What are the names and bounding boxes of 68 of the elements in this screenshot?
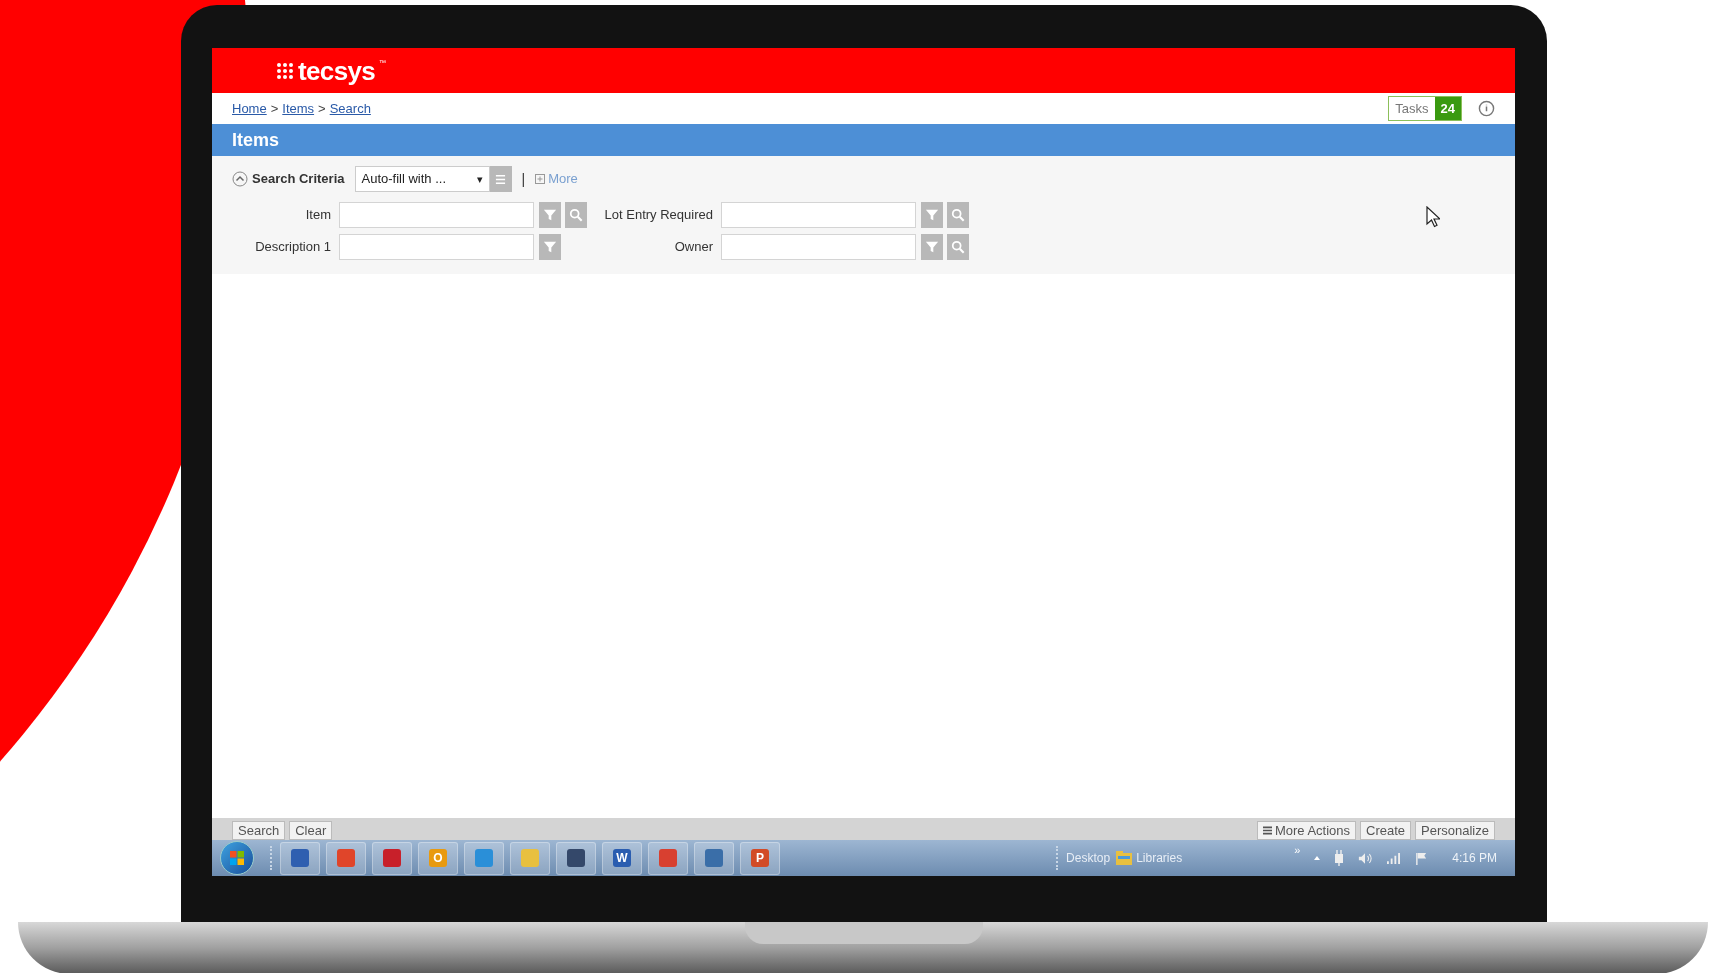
taskbar-app-button[interactable] — [694, 841, 734, 875]
tasks-button[interactable]: Tasks 24 — [1388, 96, 1462, 121]
filter-icon — [543, 208, 557, 222]
list-menu-button[interactable] — [489, 166, 512, 192]
filter-button[interactable] — [539, 202, 561, 228]
search-icon — [951, 208, 965, 222]
toolbar-divider: | — [521, 169, 526, 189]
flag-icon[interactable] — [1415, 851, 1429, 865]
taskbar-app-button[interactable] — [280, 841, 320, 875]
windows-logo-icon — [229, 850, 245, 866]
autofill-dropdown[interactable]: Auto-fill with ... ▾ — [354, 166, 490, 192]
taskbar-app-button[interactable] — [556, 841, 596, 875]
signal-bars-icon[interactable] — [1386, 851, 1402, 865]
filter-button[interactable] — [921, 234, 943, 260]
taskbar-app-button[interactable]: P — [740, 841, 780, 875]
action-button[interactable]: Create — [1360, 821, 1412, 840]
breadcrumb-separator: > — [318, 99, 326, 118]
text-input-field[interactable] — [339, 202, 534, 228]
filter-button[interactable] — [539, 234, 561, 260]
text-input-field[interactable] — [721, 234, 916, 260]
taskbar-app-button[interactable] — [326, 841, 366, 875]
search-lookup-button[interactable] — [565, 202, 587, 228]
field-label: Owner — [673, 238, 714, 257]
app-icon: P — [751, 849, 769, 867]
filter-icon — [925, 208, 939, 222]
filter-icon — [543, 240, 557, 254]
breadcrumb-separator: > — [270, 99, 279, 118]
search-lookup-button[interactable] — [947, 202, 969, 228]
field-label: Item — [304, 206, 332, 225]
folder-icon — [1116, 851, 1133, 865]
logo-text: tecsys — [298, 57, 376, 84]
start-button[interactable] — [220, 841, 254, 875]
taskbar-app-button[interactable] — [372, 841, 412, 875]
action-button[interactable]: Clear — [289, 821, 333, 840]
action-button[interactable]: Search — [232, 821, 286, 840]
help-icon[interactable] — [1478, 100, 1495, 117]
tray-arrow-icon[interactable] — [1314, 856, 1321, 860]
taskbar-grip — [1056, 846, 1061, 870]
search-icon — [951, 240, 965, 254]
action-button[interactable]: Personalize — [1415, 821, 1495, 840]
field-label: Lot Entry Required — [603, 206, 714, 225]
taskbar-app-button[interactable]: W — [602, 841, 642, 875]
app-icon: W — [613, 849, 631, 867]
plus-box-icon — [535, 174, 546, 184]
logo-dots-icon — [276, 61, 294, 80]
search-lookup-button[interactable] — [947, 234, 969, 260]
filter-icon — [925, 240, 939, 254]
breadcrumb-link[interactable]: Items — [282, 98, 315, 119]
mouse-cursor-icon — [1426, 206, 1440, 228]
app-icon: O — [429, 849, 447, 867]
search-criteria-toggle[interactable]: Search Criteria — [232, 169, 345, 189]
taskbar-clock: 4:16 PM — [1452, 850, 1497, 867]
breadcrumb-link[interactable]: Search — [329, 98, 371, 119]
chevron-circle-icon — [232, 171, 248, 187]
breadcrumb-link[interactable]: Home — [232, 98, 267, 119]
filter-button[interactable] — [921, 202, 943, 228]
search-icon — [569, 208, 583, 222]
page-title: Items — [232, 128, 280, 152]
taskbar-grip — [270, 846, 274, 870]
text-input-field[interactable] — [339, 234, 534, 260]
text-input-field[interactable] — [721, 202, 916, 228]
taskbar-app-button[interactable] — [648, 841, 688, 875]
power-plug-icon[interactable] — [1334, 850, 1345, 866]
action-button[interactable]: More Actions — [1256, 821, 1357, 840]
tasks-count-badge: 24 — [1434, 97, 1461, 120]
field-label: Description 1 — [254, 238, 332, 257]
speaker-icon[interactable] — [1358, 851, 1373, 865]
list-icon — [495, 173, 506, 185]
